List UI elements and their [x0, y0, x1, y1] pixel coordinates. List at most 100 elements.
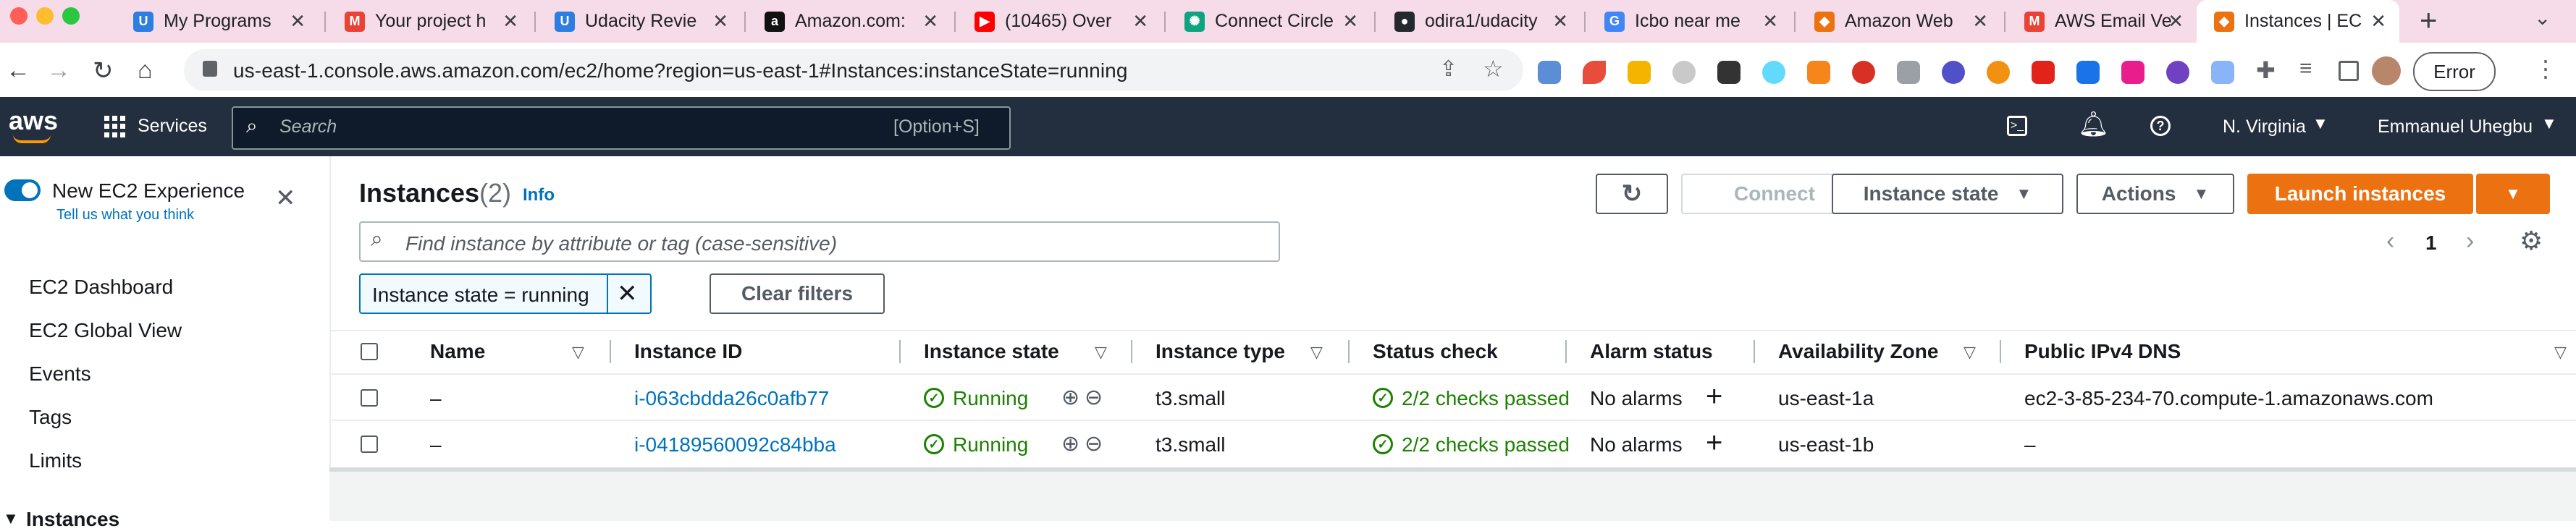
region-caret-icon[interactable]: ▼: [2312, 114, 2328, 133]
instance-state-button[interactable]: Instance state ▼: [1832, 174, 2063, 214]
browser-tab[interactable]: G Icbo near me ✕: [1587, 0, 1791, 43]
extension-icon[interactable]: [1628, 61, 1651, 84]
add-alarm-icon[interactable]: +: [1706, 381, 1722, 413]
help-icon[interactable]: ?: [2150, 116, 2171, 136]
share-icon[interactable]: ⇪: [1439, 56, 1457, 82]
url-text[interactable]: us-east-1.console.aws.amazon.com/ec2/hom…: [233, 59, 1128, 82]
feedback-link[interactable]: Tell us what you think: [56, 207, 194, 224]
account-menu[interactable]: Emmanuel Uhegbu: [2378, 116, 2533, 137]
column-header-alarm-status[interactable]: Alarm status: [1590, 340, 1713, 363]
extension-icon[interactable]: [1942, 61, 1965, 84]
back-arrow-icon[interactable]: ←: [6, 56, 30, 85]
aws-logo[interactable]: aws: [9, 106, 58, 136]
browser-menu-icon[interactable]: ⋮: [2534, 55, 2557, 82]
sidebar-item-limits[interactable]: Limits: [29, 449, 82, 472]
column-header-instance-type[interactable]: Instance type: [1156, 340, 1285, 363]
new-tab-button[interactable]: +: [2420, 3, 2438, 38]
close-panel-icon[interactable]: ✕: [275, 184, 296, 213]
section-caret-icon[interactable]: ▼: [3, 509, 19, 528]
refresh-button[interactable]: ↻: [1596, 174, 1668, 214]
close-tab-icon[interactable]: ✕: [1972, 10, 1988, 33]
close-tab-icon[interactable]: ✕: [1552, 10, 1568, 33]
extension-icon[interactable]: [2121, 61, 2144, 84]
row-checkbox[interactable]: [361, 436, 378, 453]
extension-icon[interactable]: [1583, 61, 1606, 84]
info-link[interactable]: Info: [523, 185, 555, 205]
actions-button[interactable]: Actions ▼: [2076, 174, 2234, 214]
new-experience-toggle[interactable]: [4, 179, 41, 201]
cloudshell-icon[interactable]: >_: [2007, 116, 2027, 136]
browser-tab-active[interactable]: ◆ Instances | EC ✕: [2197, 0, 2399, 43]
previous-page-icon[interactable]: ‹: [2386, 227, 2394, 255]
browser-tab[interactable]: U My Programs ✕: [116, 0, 319, 43]
zoom-in-icon[interactable]: ⊕: [1061, 431, 1079, 456]
sidebar-item-tags[interactable]: Tags: [29, 406, 72, 429]
sidebar-item-events[interactable]: Events: [29, 362, 91, 386]
browser-tab[interactable]: ● odira1/udacity ✕: [1377, 0, 1581, 43]
extension-icon[interactable]: [1538, 61, 1561, 84]
side-panel-icon[interactable]: [2339, 61, 2359, 81]
browser-tab[interactable]: a Amazon.com: ✕: [747, 0, 951, 43]
close-tab-icon[interactable]: ✕: [502, 10, 518, 33]
extension-icon[interactable]: [2032, 61, 2055, 84]
zoom-out-icon[interactable]: ⊖: [1085, 385, 1103, 410]
extension-icon[interactable]: [1807, 61, 1830, 84]
instance-id-link[interactable]: i-04189560092c84bba: [634, 433, 836, 456]
notifications-bell-icon[interactable]: 🔔︎: [2078, 110, 2109, 139]
add-alarm-icon[interactable]: +: [1706, 427, 1722, 459]
row-checkbox[interactable]: [361, 389, 378, 407]
forward-arrow-icon[interactable]: →: [46, 56, 71, 85]
next-page-icon[interactable]: ›: [2466, 227, 2474, 255]
extension-icon[interactable]: [1852, 61, 1875, 84]
close-tab-icon[interactable]: ✕: [2370, 10, 2386, 33]
profile-avatar[interactable]: [2372, 56, 2401, 85]
home-icon[interactable]: ⌂: [138, 56, 153, 85]
extension-icon[interactable]: [2166, 61, 2189, 84]
browser-tab[interactable]: ✺ Connect Circle ✕: [1167, 0, 1371, 43]
extension-icon[interactable]: [1717, 61, 1741, 84]
close-tab-icon[interactable]: ✕: [922, 10, 938, 33]
sort-caret-icon[interactable]: ▽: [1310, 343, 1323, 362]
extension-icon[interactable]: [1762, 61, 1785, 84]
extension-icon[interactable]: [1897, 61, 1920, 84]
column-header-name[interactable]: Name: [430, 340, 485, 363]
services-menu[interactable]: Services: [138, 116, 207, 137]
sidebar-item-ec2-global-view[interactable]: EC2 Global View: [29, 319, 182, 342]
region-selector[interactable]: N. Virginia: [2223, 116, 2306, 137]
sort-caret-icon[interactable]: ▽: [2554, 343, 2567, 362]
column-header-public-ipv4-dns[interactable]: Public IPv4 DNS: [2024, 340, 2181, 363]
table-settings-gear-icon[interactable]: ⚙: [2520, 226, 2543, 256]
browser-tab[interactable]: U Udacity Revie ✕: [537, 0, 741, 43]
close-window-button[interactable]: [10, 7, 28, 25]
close-tab-icon[interactable]: ✕: [1132, 10, 1148, 33]
account-caret-icon[interactable]: ▼: [2541, 114, 2557, 133]
services-grid-icon[interactable]: [104, 116, 126, 137]
browser-tab[interactable]: ◆ Amazon Web ✕: [1797, 0, 2001, 43]
close-tab-icon[interactable]: ✕: [1762, 10, 1778, 33]
lock-icon[interactable]: [203, 61, 217, 77]
launch-options-button[interactable]: ▼: [2476, 174, 2550, 214]
browser-tab[interactable]: M AWS Email Ve ✕: [2007, 0, 2197, 43]
sidebar-item-ec2-dashboard[interactable]: EC2 Dashboard: [29, 276, 173, 299]
reading-list-icon[interactable]: ≡: [2299, 56, 2312, 81]
extension-icon[interactable]: [1987, 61, 2010, 84]
sort-caret-icon[interactable]: ▽: [1963, 343, 1976, 362]
close-tab-icon[interactable]: ✕: [1342, 10, 1358, 33]
reload-icon[interactable]: ↻: [93, 56, 114, 85]
profile-error-button[interactable]: Error: [2413, 52, 2496, 91]
remove-filter-icon[interactable]: ✕: [617, 279, 638, 308]
minimize-window-button[interactable]: [36, 7, 54, 25]
extension-icon[interactable]: [2076, 61, 2100, 84]
browser-tab[interactable]: M Your project h ✕: [327, 0, 531, 43]
extension-icon[interactable]: [1672, 61, 1696, 84]
instance-id-link[interactable]: i-063cbdda26c0afb77: [634, 387, 829, 410]
puzzle-extensions-icon[interactable]: ✚: [2256, 56, 2276, 84]
select-all-checkbox[interactable]: [361, 343, 378, 360]
launch-instances-button[interactable]: Launch instances: [2247, 174, 2473, 214]
column-header-availability-zone[interactable]: Availability Zone: [1778, 340, 1938, 363]
maximize-window-button[interactable]: [62, 7, 80, 25]
close-tab-icon[interactable]: ✕: [2168, 10, 2184, 33]
tab-search-chevron-icon[interactable]: ⌄: [2534, 6, 2551, 30]
zoom-out-icon[interactable]: ⊖: [1085, 431, 1103, 456]
sidebar-section-instances[interactable]: Instances: [26, 508, 119, 531]
